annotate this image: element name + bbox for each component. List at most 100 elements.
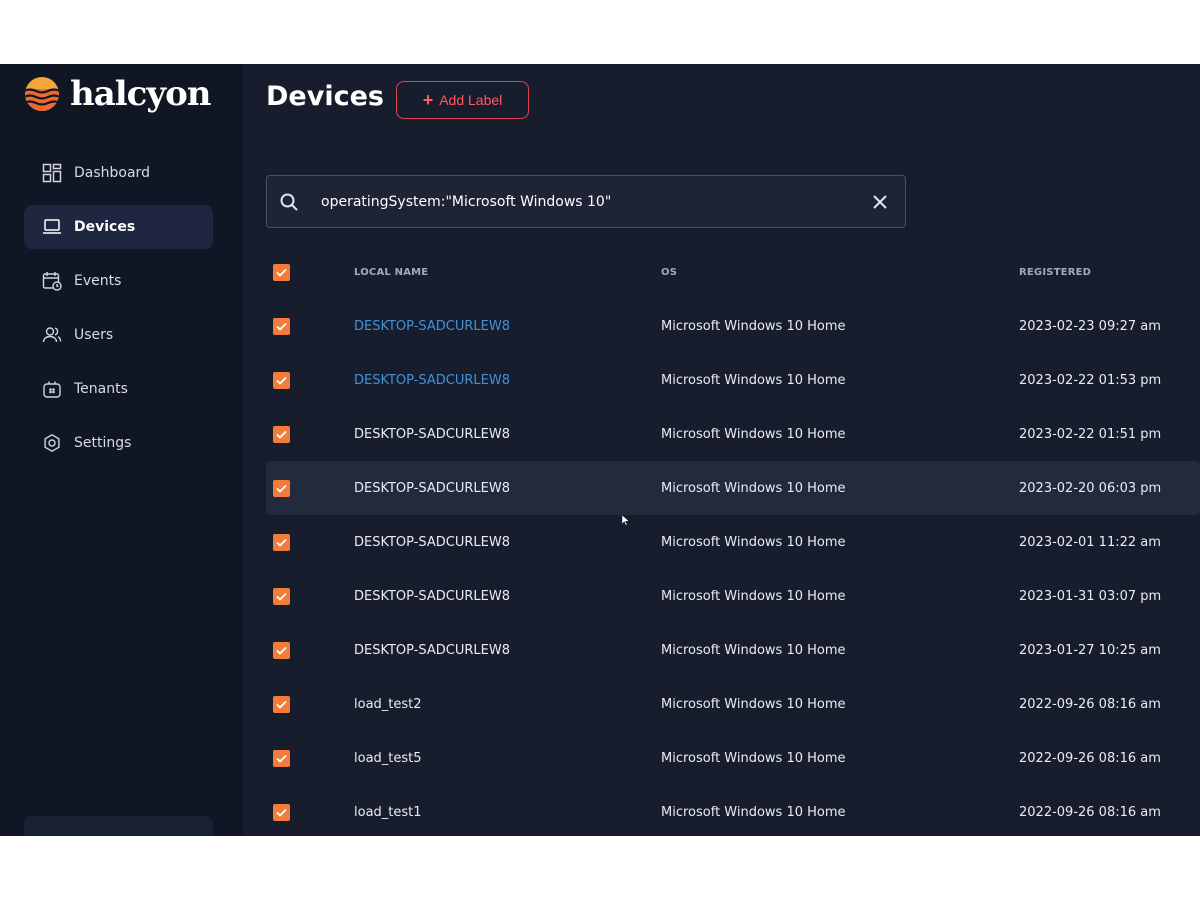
row-checkbox[interactable] xyxy=(273,749,290,767)
check-icon xyxy=(276,700,287,709)
page-title: Devices xyxy=(266,81,384,112)
column-header-os[interactable]: OS xyxy=(661,267,1019,278)
table-row[interactable]: DESKTOP-SADCURLEW8 Microsoft Windows 10 H… xyxy=(266,353,1200,407)
row-checkbox[interactable] xyxy=(273,479,290,497)
check-icon xyxy=(276,754,287,763)
logo[interactable]: halcyon xyxy=(24,74,212,114)
sidebar-item-devices[interactable]: Devices xyxy=(24,205,213,249)
search-bar xyxy=(266,175,906,228)
close-icon[interactable] xyxy=(872,194,888,210)
device-local-name[interactable]: DESKTOP-SADCURLEW8 xyxy=(354,319,661,334)
select-all-checkbox[interactable] xyxy=(273,263,290,281)
device-registered: 2023-01-27 10:25 am xyxy=(1019,642,1161,658)
table-row[interactable]: load_test2 Microsoft Windows 10 Home 2022-… xyxy=(266,677,1200,731)
check-icon xyxy=(276,376,287,385)
laptop-icon xyxy=(42,217,62,237)
row-checkbox[interactable] xyxy=(273,587,290,605)
device-local-name: DESKTOP-SADCURLEW8 xyxy=(354,588,511,604)
search-icon xyxy=(280,193,298,211)
device-local-name: load_test2 xyxy=(354,696,422,712)
sidebar-item-tenants[interactable]: Tenants xyxy=(24,367,213,411)
check-icon xyxy=(276,268,287,277)
plus-icon: + xyxy=(422,90,434,110)
device-local-name: DESKTOP-SADCURLEW8 xyxy=(354,642,511,658)
column-header-local-name[interactable]: LOCAL NAME xyxy=(354,267,661,278)
sidebar-item-label: Events xyxy=(74,273,122,289)
sidebar-item-label: Dashboard xyxy=(74,165,150,181)
row-checkbox[interactable] xyxy=(273,803,290,821)
table-row[interactable]: DESKTOP-SADCURLEW8 Microsoft Windows 10 H… xyxy=(266,299,1200,353)
table-row[interactable]: DESKTOP-SADCURLEW8 Microsoft Windows 10 H… xyxy=(266,407,1200,461)
row-checkbox[interactable] xyxy=(273,317,290,335)
device-registered: 2022-09-26 08:16 am xyxy=(1019,750,1161,766)
device-os: Microsoft Windows 10 Home xyxy=(661,426,846,442)
device-registered: 2022-09-26 08:16 am xyxy=(1019,696,1161,712)
app-window: halcyon Dashboard Devices Events Users T… xyxy=(0,64,1200,836)
device-local-name[interactable]: DESKTOP-SADCURLEW8 xyxy=(354,373,661,388)
check-icon xyxy=(276,484,287,493)
dashboard-grid-icon xyxy=(42,163,62,183)
device-os: Microsoft Windows 10 Home xyxy=(661,480,846,496)
device-registered: 2023-02-20 06:03 pm xyxy=(1019,480,1162,496)
device-registered: 2023-02-01 11:22 am xyxy=(1019,534,1161,550)
device-local-name: load_test1 xyxy=(354,804,422,820)
sidebar-footer-card[interactable] xyxy=(24,816,213,836)
device-os: Microsoft Windows 10 Home xyxy=(661,642,846,658)
column-header-registered[interactable]: REGISTERED xyxy=(1019,267,1200,278)
sidebar-item-dashboard[interactable]: Dashboard xyxy=(24,151,213,195)
row-checkbox[interactable] xyxy=(273,371,290,389)
device-os: Microsoft Windows 10 Home xyxy=(661,372,846,388)
device-local-name: DESKTOP-SADCURLEW8 xyxy=(354,480,511,496)
sidebar-item-settings[interactable]: Settings xyxy=(24,421,213,465)
table-row[interactable]: DESKTOP-SADCURLEW8 Microsoft Windows 10 H… xyxy=(266,569,1200,623)
sidebar: halcyon Dashboard Devices Events Users T… xyxy=(0,64,243,836)
check-icon xyxy=(276,430,287,439)
sidebar-item-users[interactable]: Users xyxy=(24,313,213,357)
device-os: Microsoft Windows 10 Home xyxy=(661,534,846,550)
check-icon xyxy=(276,808,287,817)
device-local-name: DESKTOP-SADCURLEW8 xyxy=(354,534,511,550)
main-content: Devices + Add Label LOCAL NAME OS REGIST… xyxy=(243,64,1200,836)
device-registered: 2023-02-22 01:51 pm xyxy=(1019,426,1162,442)
device-local-name: DESKTOP-SADCURLEW8 xyxy=(354,426,511,442)
check-icon xyxy=(276,322,287,331)
halcyon-logo-icon xyxy=(25,77,59,111)
device-os: Microsoft Windows 10 Home xyxy=(661,696,846,712)
device-registered: 2023-02-22 01:53 pm xyxy=(1019,372,1162,388)
users-icon xyxy=(42,325,62,345)
row-checkbox[interactable] xyxy=(273,641,290,659)
sidebar-item-events[interactable]: Events xyxy=(24,259,213,303)
add-label-button[interactable]: + Add Label xyxy=(396,81,529,119)
device-os: Microsoft Windows 10 Home xyxy=(661,750,846,766)
gear-icon xyxy=(42,433,62,453)
row-checkbox[interactable] xyxy=(273,425,290,443)
check-icon xyxy=(276,592,287,601)
sidebar-item-label: Users xyxy=(74,327,114,343)
table-row[interactable]: DESKTOP-SADCURLEW8 Microsoft Windows 10 H… xyxy=(266,461,1200,515)
device-registered: 2023-02-23 09:27 am xyxy=(1019,318,1161,334)
device-registered: 2022-09-26 08:16 am xyxy=(1019,804,1161,820)
sidebar-item-label: Settings xyxy=(74,435,132,451)
sidebar-item-label: Devices xyxy=(74,219,136,235)
check-icon xyxy=(276,538,287,547)
table-row[interactable]: DESKTOP-SADCURLEW8 Microsoft Windows 10 H… xyxy=(266,515,1200,569)
row-checkbox[interactable] xyxy=(273,533,290,551)
device-os: Microsoft Windows 10 Home xyxy=(661,318,846,334)
table-body: DESKTOP-SADCURLEW8 Microsoft Windows 10 H… xyxy=(266,299,1200,836)
search-input[interactable] xyxy=(321,193,872,210)
device-os: Microsoft Windows 10 Home xyxy=(661,804,846,820)
device-registered: 2023-01-31 03:07 pm xyxy=(1019,588,1162,604)
sidebar-nav: Dashboard Devices Events Users Tenants S… xyxy=(24,151,213,475)
calendar-clock-icon xyxy=(42,271,62,291)
row-checkbox[interactable] xyxy=(273,695,290,713)
tenant-icon xyxy=(42,379,62,399)
mouse-cursor-icon xyxy=(622,515,630,526)
app-name: halcyon xyxy=(70,74,212,114)
table-header: LOCAL NAME OS REGISTERED xyxy=(266,245,1200,299)
devices-table: LOCAL NAME OS REGISTERED DESKTOP-SADCURL… xyxy=(266,245,1200,836)
table-row[interactable]: load_test5 Microsoft Windows 10 Home 2022-… xyxy=(266,731,1200,785)
check-icon xyxy=(276,646,287,655)
table-row[interactable]: DESKTOP-SADCURLEW8 Microsoft Windows 10 H… xyxy=(266,623,1200,677)
add-label-text: Add Label xyxy=(439,92,503,108)
table-row[interactable]: load_test1 Microsoft Windows 10 Home 2022-… xyxy=(266,785,1200,836)
